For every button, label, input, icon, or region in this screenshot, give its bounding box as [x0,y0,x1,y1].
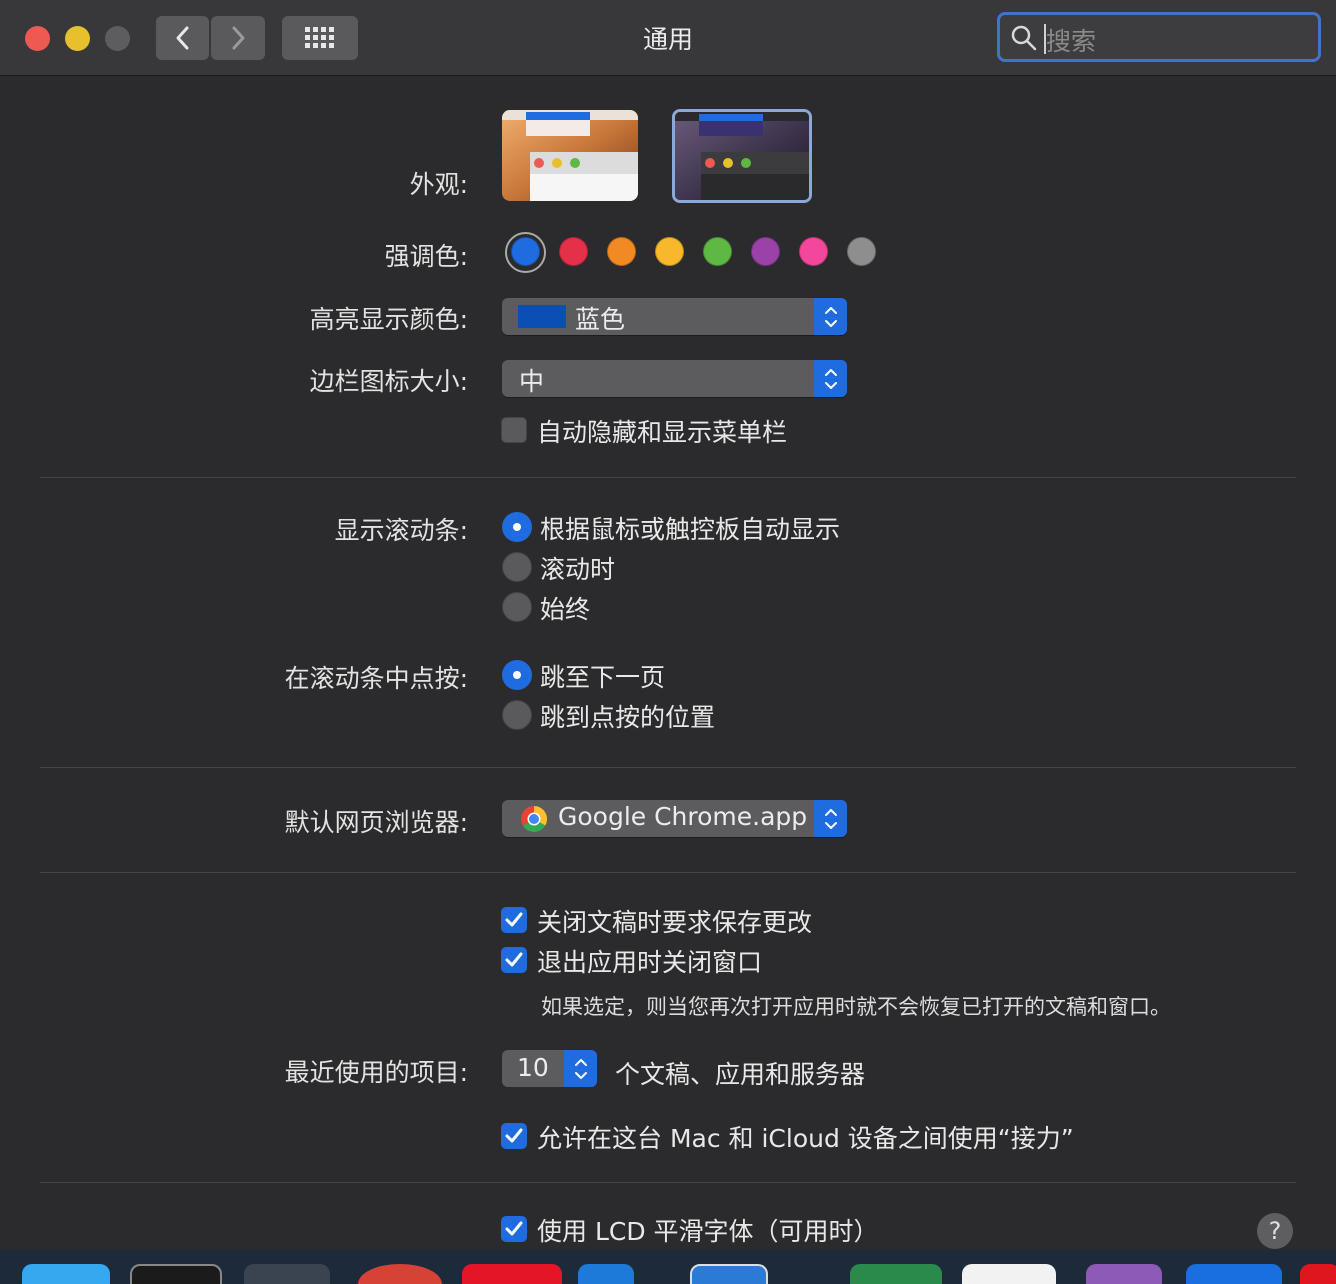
default-browser-popup[interactable]: Google Chrome.app [502,800,847,837]
updown-chevron-icon [824,368,837,389]
popup-arrows [564,1050,597,1087]
menubar-autohide-label: 自动隐藏和显示菜单栏 [537,418,788,447]
terminal-icon[interactable] [130,1264,222,1284]
app-icon[interactable] [1086,1264,1162,1284]
divider [40,477,1296,478]
accent-orange-swatch[interactable] [607,237,636,266]
highlight-color-value: 蓝色 [575,305,626,334]
accent-green-swatch[interactable] [703,237,732,266]
popup-arrows [814,298,847,335]
lcd-smoothing-label: 使用 LCD 平滑字体（可用时） [537,1217,879,1246]
app-icon[interactable] [578,1264,634,1284]
click-jump-spot-radio[interactable] [502,700,532,730]
accent-color-label: 强调色: [384,242,468,271]
recent-items-label: 最近使用的项目: [284,1058,468,1087]
search-field[interactable]: 搜索 [997,12,1321,62]
close-windows-label: 退出应用时关闭窗口 [537,948,763,977]
search-placeholder: 搜索 [1046,27,1097,56]
divider [40,1182,1296,1183]
recent-items-popup[interactable]: 10 [502,1050,597,1087]
handoff-label: 允许在这台 Mac 和 iCloud 设备之间使用“接力” [537,1124,1074,1153]
sidebar-icon-size-label: 边栏图标大小: [309,367,468,396]
menubar-autohide-checkbox[interactable] [501,417,527,443]
accent-purple-swatch[interactable] [751,237,780,266]
highlight-color-swatch [518,305,566,328]
appearance-light-option[interactable] [502,110,638,201]
default-browser-label: 默认网页浏览器: [284,808,468,837]
app-icon[interactable] [462,1264,562,1284]
default-browser-value: Google Chrome.app [558,802,808,831]
sidebar-icon-size-value: 中 [519,367,545,396]
updown-chevron-icon [824,808,837,829]
click-scrollbar-label: 在滚动条中点按: [284,664,468,693]
scrollbars-when-scrolling-label: 滚动时 [540,555,616,584]
accent-graphite-swatch[interactable] [847,237,876,266]
updown-chevron-icon [824,306,837,327]
close-windows-note: 如果选定，则当您再次打开应用时就不会恢复已打开的文稿和窗口。 [541,995,1171,1019]
app-icon[interactable] [1186,1264,1282,1284]
scrollbars-auto-radio[interactable] [502,512,532,542]
help-button[interactable]: ? [1257,1213,1293,1249]
click-jump-spot-label: 跳到点按的位置 [540,703,716,732]
light-mode-preview [502,110,638,201]
recent-items-suffix: 个文稿、应用和服务器 [615,1060,866,1089]
scrollbars-always-radio[interactable] [502,592,532,622]
accent-yellow-swatch[interactable] [655,237,684,266]
scrollbars-auto-label: 根据鼠标或触控板自动显示 [540,515,841,544]
close-windows-checkbox[interactable] [501,947,527,973]
app-icon[interactable] [690,1264,768,1284]
lcd-smoothing-checkbox[interactable] [501,1216,527,1242]
popup-arrows [814,800,847,837]
chrome-icon [520,806,548,833]
highlight-color-popup[interactable]: 蓝色 [502,298,847,335]
dock [0,1250,1336,1284]
checkmark-icon [505,1128,523,1143]
updown-chevron-icon [574,1058,587,1079]
checkmark-icon [505,912,523,927]
show-scrollbars-label: 显示滚动条: [334,516,468,545]
accent-pink-swatch[interactable] [799,237,828,266]
title-bar: 通用 搜索 [0,0,1336,76]
click-next-page-radio[interactable] [502,660,532,690]
divider [40,872,1296,873]
checkmark-icon [505,1221,523,1236]
dark-mode-preview [675,112,809,200]
highlight-color-label: 高亮显示颜色: [309,305,468,334]
recent-items-value: 10 [517,1053,549,1082]
divider [40,767,1296,768]
finder-icon[interactable] [22,1264,110,1284]
search-icon [1011,25,1037,51]
accent-red-swatch[interactable] [559,237,588,266]
scrollbars-when-scrolling-radio[interactable] [502,552,532,582]
app-icon[interactable] [358,1264,442,1284]
accent-blue-swatch[interactable] [511,237,540,266]
checkmark-icon [505,952,523,967]
app-icon[interactable] [850,1264,942,1284]
ask-save-label: 关闭文稿时要求保存更改 [537,908,813,937]
appearance-dark-option[interactable] [672,109,812,203]
handoff-checkbox[interactable] [501,1123,527,1149]
appearance-label: 外观: [409,170,468,199]
ask-save-checkbox[interactable] [501,907,527,933]
popup-arrows [814,360,847,397]
app-icon[interactable] [962,1264,1056,1284]
app-icon[interactable] [1300,1264,1336,1284]
scrollbars-always-label: 始终 [540,595,591,624]
click-next-page-label: 跳至下一页 [540,663,666,692]
app-icon[interactable] [244,1264,330,1284]
sidebar-icon-size-popup[interactable]: 中 [502,360,847,397]
